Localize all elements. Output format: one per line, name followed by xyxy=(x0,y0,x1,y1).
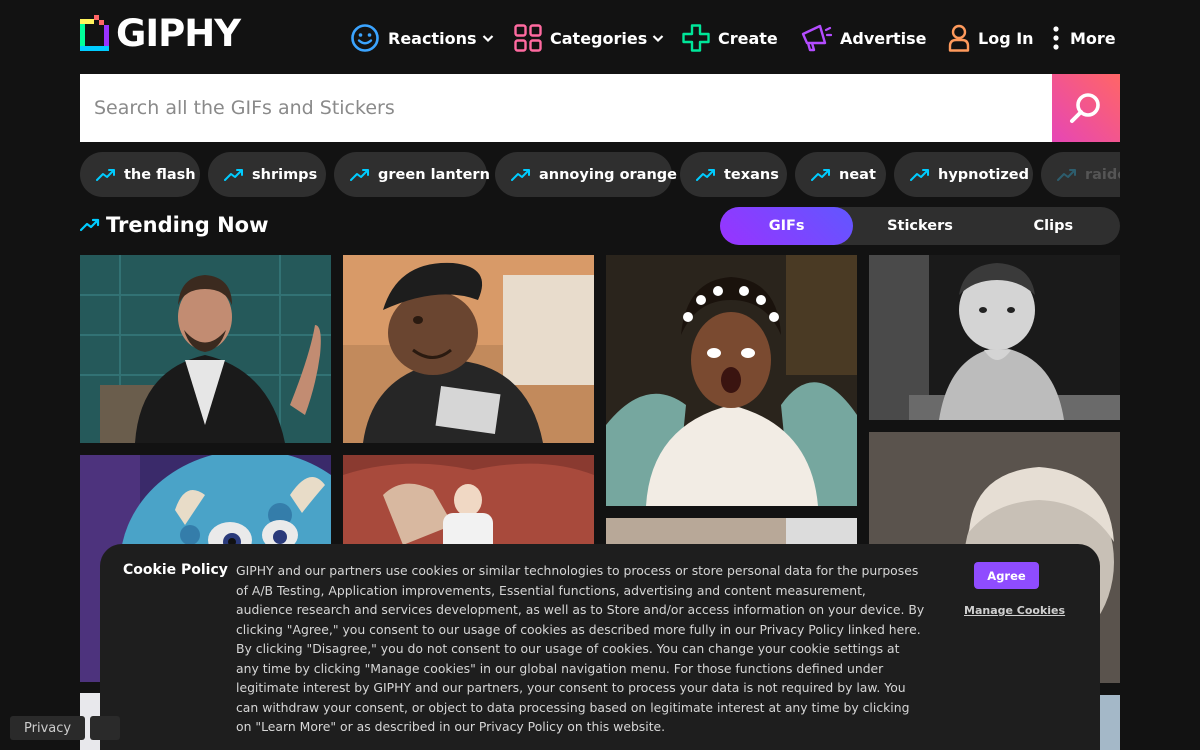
pill-label: raiders xyxy=(1085,166,1120,183)
trending-search-pill[interactable]: green lantern xyxy=(334,152,490,197)
nav-login-label: Log In xyxy=(978,28,1034,48)
trending-searches: the flash shrimps green lantern annoying… xyxy=(80,152,1120,197)
trend-arrow-icon xyxy=(696,168,715,181)
giphy-logo[interactable]: GIPHY xyxy=(80,12,241,55)
trending-search-pill[interactable]: annoying orange xyxy=(495,152,677,197)
trend-arrow-icon xyxy=(1057,168,1076,181)
nav-advertise[interactable]: Advertise xyxy=(800,22,927,54)
pill-label: texans xyxy=(724,166,779,183)
search-input[interactable] xyxy=(80,74,1052,142)
cookie-banner: Cookie Policy GIPHY and our partners use… xyxy=(100,544,1100,750)
plus-icon xyxy=(682,24,710,52)
search-icon xyxy=(1070,93,1100,123)
nav-login[interactable]: Log In xyxy=(948,22,1034,54)
agree-button[interactable]: Agree xyxy=(974,562,1039,589)
chevron-down-icon xyxy=(652,35,664,43)
trending-search-pill[interactable]: hypnotized xyxy=(894,152,1033,197)
giphy-logo-icon xyxy=(80,14,109,53)
trending-now-heading[interactable]: Trending Now xyxy=(80,208,269,242)
trend-arrow-icon xyxy=(224,168,243,181)
trend-arrow-icon xyxy=(350,168,369,181)
gif-image-shocked-woman-fairy xyxy=(606,255,857,506)
nav-more-label: More xyxy=(1070,28,1116,48)
page: GIPHY Reactions Categories Create Advert… xyxy=(0,0,1200,750)
trending-now-title: Trending Now xyxy=(106,213,269,237)
trend-arrow-icon xyxy=(511,168,530,181)
pill-label: hypnotized xyxy=(938,166,1029,183)
smiley-icon xyxy=(351,24,379,52)
trending-search-pill[interactable]: texans xyxy=(680,152,787,197)
gif-image-vintage-boy-thinking xyxy=(869,255,1120,420)
nav-categories[interactable]: Categories xyxy=(514,22,664,54)
nav-categories-label: Categories xyxy=(550,28,648,48)
gif-image-bearded-man-shrug xyxy=(80,255,331,443)
pill-label: neat xyxy=(839,166,876,183)
trending-search-pill[interactable]: neat xyxy=(795,152,886,197)
trend-arrow-icon xyxy=(910,168,929,181)
gif-tile[interactable] xyxy=(869,255,1120,420)
privacy-button[interactable]: Privacy xyxy=(10,716,86,740)
search-button[interactable] xyxy=(1052,74,1120,142)
user-icon xyxy=(948,24,970,52)
nav-create-label: Create xyxy=(718,28,778,48)
nav-reactions-label: Reactions xyxy=(388,28,477,48)
pill-label: the flash xyxy=(124,166,196,183)
pill-label: annoying orange xyxy=(539,166,677,183)
pill-label: green lantern xyxy=(378,166,490,183)
trending-search-pill[interactable]: raiders xyxy=(1041,152,1120,197)
tab-gifs[interactable]: GIFs xyxy=(720,207,854,245)
trend-arrow-icon xyxy=(96,168,115,181)
trending-search-pill[interactable]: shrimps xyxy=(208,152,326,197)
chevron-down-icon xyxy=(482,35,493,43)
manage-cookies-link[interactable]: Manage Cookies xyxy=(964,604,1065,617)
cookie-title: Cookie Policy xyxy=(123,562,228,578)
trend-arrow-icon xyxy=(80,218,100,232)
search-bar xyxy=(80,74,1120,142)
logo-wordmark: GIPHY xyxy=(116,12,241,55)
nav-create[interactable]: Create xyxy=(682,22,778,54)
megaphone-icon xyxy=(801,24,832,52)
gif-image-baby-on-couch xyxy=(343,455,594,555)
nav-advertise-label: Advertise xyxy=(840,28,927,48)
gif-tile[interactable] xyxy=(606,255,857,506)
grid-icon xyxy=(514,24,542,52)
nav-reactions[interactable]: Reactions xyxy=(350,22,494,54)
trending-search-pill[interactable]: the flash xyxy=(80,152,200,197)
tab-clips[interactable]: Clips xyxy=(987,207,1120,245)
gif-tile[interactable] xyxy=(343,455,594,555)
gif-tile[interactable] xyxy=(343,255,594,443)
trend-arrow-icon xyxy=(811,168,830,181)
vertical-dots-icon xyxy=(1053,26,1059,50)
gif-image-man-cap-nodding xyxy=(343,255,594,443)
footer-widget[interactable] xyxy=(90,716,120,740)
tab-stickers[interactable]: Stickers xyxy=(853,207,986,245)
gif-tile[interactable] xyxy=(80,255,331,443)
media-type-tabs: GIFs Stickers Clips xyxy=(720,207,1120,245)
pill-label: shrimps xyxy=(252,166,318,183)
nav-more[interactable]: More xyxy=(1050,22,1116,54)
cookie-text: GIPHY and our partners use cookies or si… xyxy=(236,563,925,734)
